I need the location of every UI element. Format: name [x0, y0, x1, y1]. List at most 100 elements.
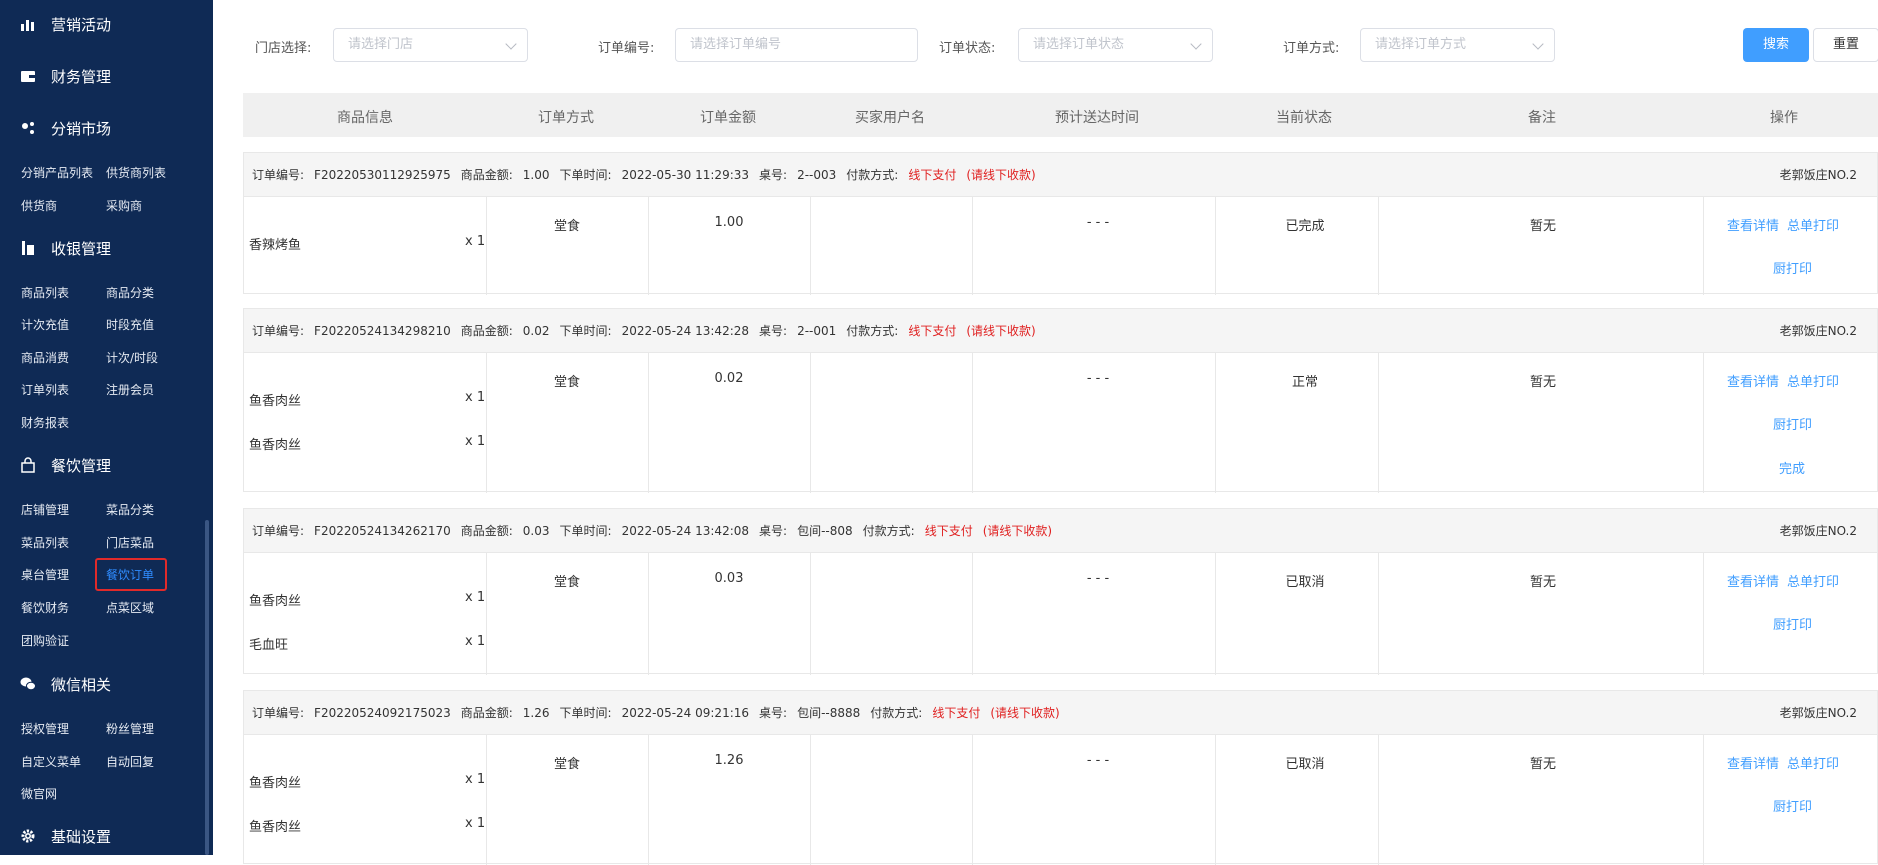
cashier-icon: [22, 241, 34, 255]
reset-button[interactable]: 重置: [1813, 28, 1878, 62]
store-name: 老郭饭庄NO.2: [1779, 524, 1857, 538]
sidebar-item-order-list[interactable]: 订单列表: [21, 381, 69, 399]
sidebar-item-product-category[interactable]: 商品分类: [106, 284, 154, 302]
column-divider: [244, 197, 1704, 295]
order-eta: - - -: [1086, 571, 1110, 586]
sidebar-item-product-list[interactable]: 商品列表: [21, 284, 69, 302]
sidebar-item-fans-manage[interactable]: 粉丝管理: [106, 720, 154, 738]
order-time: 2022-05-24 13:42:28: [621, 324, 750, 338]
sidebar-item-auth-manage[interactable]: 授权管理: [21, 720, 69, 738]
order-amount: 1.26: [522, 706, 550, 720]
order-no-label: 订单编号:: [252, 524, 305, 538]
sidebar-section-label: 分销市场: [51, 119, 112, 138]
chevron-down-icon: [505, 38, 517, 50]
column-divider: [244, 735, 1704, 865]
order-no-filter-label: 订单编号:: [598, 41, 655, 56]
sidebar-item-product-consume[interactable]: 商品消费: [21, 349, 69, 367]
sidebar-item-micro-site[interactable]: 微官网: [21, 785, 57, 803]
item-quantity: x 1: [465, 772, 486, 787]
sidebar-item-supplier[interactable]: 供货商: [21, 197, 57, 215]
pay-method: 线下支付: [924, 524, 973, 538]
amount-label: 商品金额:: [460, 524, 513, 538]
sidebar-item-catering-finance[interactable]: 餐饮财务: [21, 599, 69, 617]
order-body: 香辣烤鱼 x 1 堂食 1.00 - - - 已完成 暂无 查看详情 总单打印 厨打印: [244, 197, 1877, 295]
pay-note: (请线下收款): [966, 324, 1036, 338]
sidebar-section-distribution[interactable]: 分销市场: [0, 114, 213, 142]
sidebar-item-purchaser[interactable]: 采购商: [106, 197, 142, 215]
order-header: 订单编号: F20220524134298210 商品金额: 0.02 下单时间: 202…: [244, 309, 1877, 353]
order-no-input[interactable]: 请选择订单编号: [675, 28, 918, 62]
order-remark: 暂无: [1529, 575, 1557, 590]
sidebar-item-order-area[interactable]: 点菜区域: [106, 599, 154, 617]
kitchen-print-link[interactable]: 厨打印: [1773, 796, 1812, 815]
sidebar-item-period-recharge[interactable]: 时段充值: [106, 316, 154, 334]
view-detail-link[interactable]: 查看详情: [1727, 753, 1779, 772]
sidebar-item-finance-report[interactable]: 财务报表: [21, 414, 69, 432]
item-quantity: x 1: [465, 390, 486, 405]
amount-label: 商品金额:: [460, 324, 513, 338]
order-total: 0.03: [714, 571, 744, 586]
table-label: 桌号:: [759, 168, 788, 182]
print-all-link[interactable]: 总单打印: [1787, 753, 1839, 772]
print-all-link[interactable]: 总单打印: [1787, 371, 1839, 390]
sidebar-item-auto-reply[interactable]: 自动回复: [106, 753, 154, 771]
time-label: 下单时间:: [559, 168, 612, 182]
sidebar-item-shop-manage[interactable]: 店铺管理: [21, 501, 69, 519]
pay-method: 线下支付: [908, 324, 957, 338]
order-no-label: 订单编号:: [252, 706, 305, 720]
order-no-label: 订单编号:: [252, 168, 305, 182]
view-detail-link[interactable]: 查看详情: [1727, 371, 1779, 390]
store-select[interactable]: 请选择门店: [333, 28, 528, 62]
sidebar-item-dish-list[interactable]: 菜品列表: [21, 534, 69, 552]
sidebar-scrollbar[interactable]: [205, 520, 209, 855]
sidebar-item-count-period[interactable]: 计次/时段: [106, 349, 158, 367]
store-select-placeholder: 请选择门店: [348, 37, 414, 52]
sidebar-section-wechat[interactable]: 微信相关: [0, 670, 213, 698]
table-number: 2--003: [797, 168, 837, 182]
print-all-link[interactable]: 总单打印: [1787, 215, 1839, 234]
sidebar-item-count-recharge[interactable]: 计次充值: [21, 316, 69, 334]
order-status: 正常: [1291, 375, 1319, 390]
view-detail-link[interactable]: 查看详情: [1727, 215, 1779, 234]
sidebar-item-supplier-list[interactable]: 供货商列表: [106, 164, 166, 182]
sidebar-item-dish-category[interactable]: 菜品分类: [106, 501, 154, 519]
column-header: 当前状态: [1276, 110, 1332, 126]
column-header: 操作: [1770, 110, 1798, 126]
sidebar-section-label: 微信相关: [51, 675, 112, 694]
table-label: 桌号:: [759, 706, 788, 720]
kitchen-print-link[interactable]: 厨打印: [1773, 414, 1812, 433]
method-select[interactable]: 请选择订单方式: [1360, 28, 1555, 62]
store-name: 老郭饭庄NO.2: [1779, 324, 1857, 338]
view-detail-link[interactable]: 查看详情: [1727, 571, 1779, 590]
item-name: 鱼香肉丝: [249, 776, 302, 791]
complete-link[interactable]: 完成: [1779, 458, 1805, 477]
kitchen-print-link[interactable]: 厨打印: [1773, 614, 1812, 633]
sidebar-item-custom-menu[interactable]: 自定义菜单: [21, 753, 81, 771]
sidebar-section-cashier[interactable]: 收银管理: [0, 234, 213, 262]
sidebar-section-marketing[interactable]: 营销活动: [0, 10, 213, 38]
order-eta: - - -: [1086, 753, 1110, 768]
kitchen-print-link[interactable]: 厨打印: [1773, 258, 1812, 277]
column-header: 预计送达时间: [1055, 110, 1139, 126]
distribution-icon: [22, 122, 34, 134]
status-select[interactable]: 请选择订单状态: [1018, 28, 1213, 62]
sidebar-section-label: 收银管理: [51, 239, 112, 258]
pay-method: 线下支付: [932, 706, 981, 720]
column-header: 备注: [1528, 110, 1556, 126]
search-button[interactable]: 搜索: [1743, 28, 1809, 62]
order-type: 堂食: [553, 219, 581, 234]
sidebar-section-settings[interactable]: 基础设置: [0, 822, 213, 850]
sidebar-item-distribution-products[interactable]: 分销产品列表: [21, 164, 93, 182]
sidebar-item-table-manage[interactable]: 桌台管理: [21, 566, 69, 584]
sidebar-section-catering[interactable]: 餐饮管理: [0, 451, 213, 479]
order-total: 1.00: [714, 215, 744, 230]
main-content: 门店选择: 请选择门店 订单编号: 请选择订单编号 订单状态: 请选择订单状态 …: [213, 0, 1878, 865]
sidebar-item-register-member[interactable]: 注册会员: [106, 381, 154, 399]
sidebar-section-finance[interactable]: 财务管理: [0, 62, 213, 90]
sidebar-item-store-dish[interactable]: 门店菜品: [106, 534, 154, 552]
sidebar-item-groupon-verify[interactable]: 团购验证: [21, 632, 69, 650]
method-select-placeholder: 请选择订单方式: [1375, 37, 1467, 52]
print-all-link[interactable]: 总单打印: [1787, 571, 1839, 590]
gear-icon: [21, 829, 35, 843]
pay-note: (请线下收款): [982, 524, 1053, 538]
